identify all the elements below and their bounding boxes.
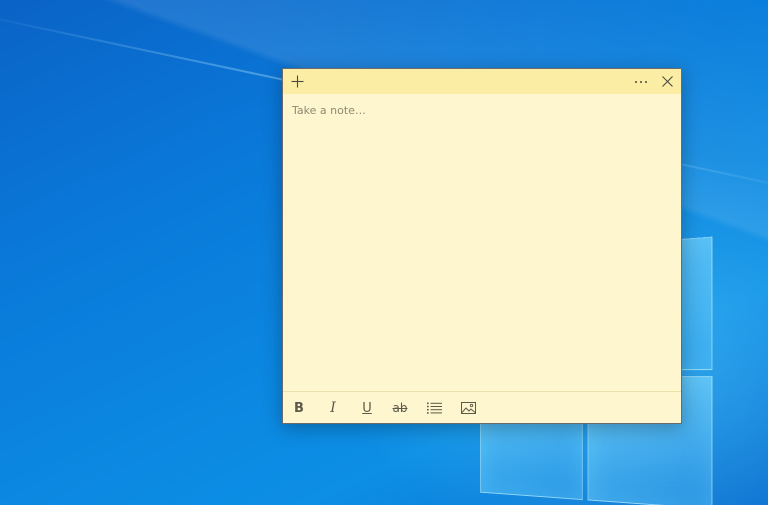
bullet-list-button[interactable] xyxy=(420,394,448,422)
close-icon xyxy=(661,76,673,87)
insert-image-button[interactable] xyxy=(454,394,482,422)
formatting-toolbar: B I U ab xyxy=(283,391,681,423)
close-note-button[interactable] xyxy=(653,69,681,94)
sticky-note-window: B I U ab xyxy=(282,68,682,424)
note-text-input[interactable] xyxy=(292,104,671,388)
add-note-button[interactable] xyxy=(283,69,311,94)
note-body xyxy=(283,94,681,392)
note-titlebar[interactable] xyxy=(283,69,681,94)
desktop-background: B I U ab xyxy=(0,0,768,505)
italic-button[interactable]: I xyxy=(319,394,347,422)
plus-icon xyxy=(291,75,303,88)
strikethrough-button[interactable]: ab xyxy=(386,394,414,422)
more-options-button[interactable] xyxy=(627,69,655,94)
more-icon xyxy=(635,80,647,83)
bold-button[interactable]: B xyxy=(285,394,313,422)
underline-button[interactable]: U xyxy=(353,394,381,422)
bullet-list-icon xyxy=(426,402,442,414)
image-icon xyxy=(460,402,476,414)
